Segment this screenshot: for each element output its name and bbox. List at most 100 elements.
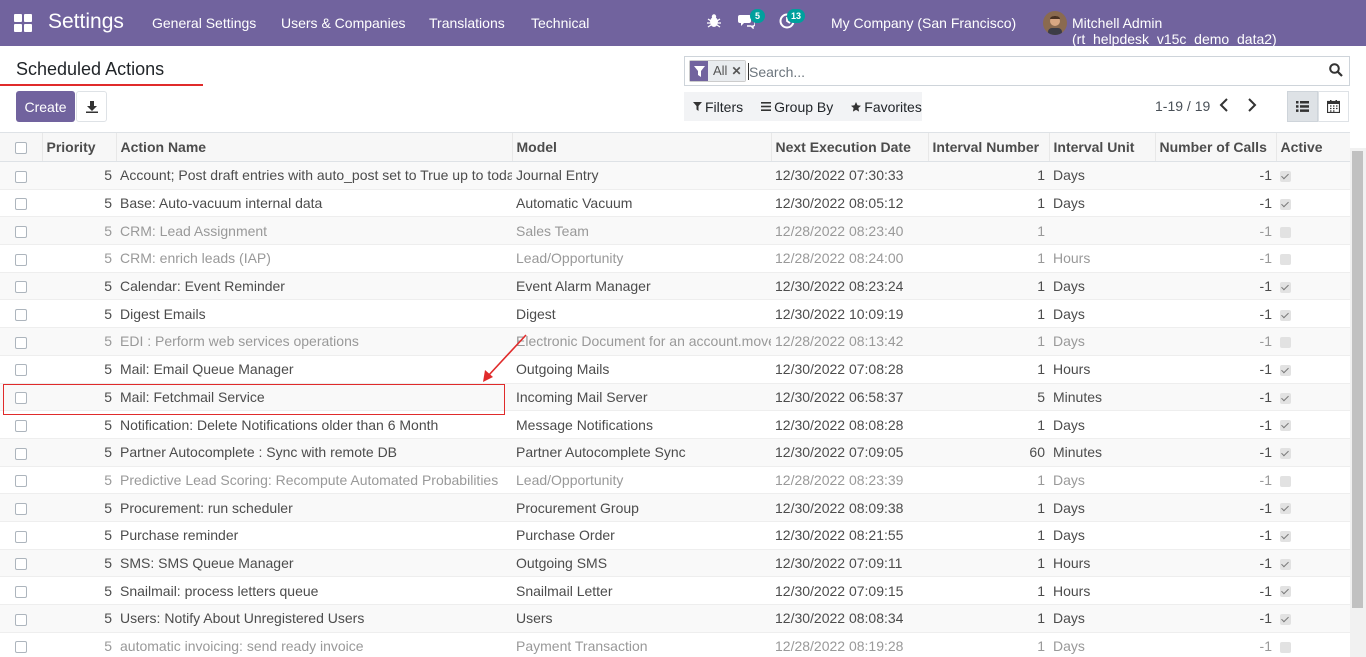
cell-model: Outgoing Mails — [512, 355, 771, 384]
cell-number-of-calls: -1 — [1155, 521, 1276, 550]
table-row[interactable]: 5 Account; Post draft entries with auto_p… — [0, 161, 1350, 190]
table-row[interactable]: 5 Calendar: Event Reminder Event Alarm Man… — [0, 272, 1350, 301]
select-all-checkbox[interactable] — [14, 142, 27, 155]
cell-next-execution-date: 12/28/2022 08:13:42 — [771, 327, 928, 356]
column-header-interval-unit[interactable]: Interval Unit — [1048, 132, 1155, 162]
filters-dropdown[interactable]: Filters — [693, 99, 743, 115]
cell-interval-number: 1 — [928, 549, 1049, 578]
cell-active — [1276, 299, 1350, 329]
table-row[interactable]: 5 Partner Autocomplete : Sync with remote… — [0, 438, 1350, 467]
table-row[interactable]: 5 Users: Notify About Unregistered Users U… — [0, 604, 1350, 633]
table-row[interactable]: 5 automatic invoicing: send ready invoice… — [0, 632, 1350, 657]
column-header-model[interactable]: Model — [511, 132, 771, 162]
cell-priority: 5 — [42, 632, 116, 657]
download-icon — [85, 100, 98, 113]
row-checkbox[interactable] — [15, 226, 27, 239]
search-icon[interactable] — [1329, 63, 1343, 80]
table-row[interactable]: 5 Digest Emails Digest 12/30/2022 10:09:19 1… — [0, 299, 1350, 329]
active-checkbox — [1280, 392, 1291, 404]
row-select-cell — [0, 355, 42, 384]
cell-interval-unit: Days — [1049, 189, 1155, 218]
column-header-interval-number[interactable]: Interval Number — [927, 132, 1049, 162]
filter-icon — [693, 102, 702, 111]
table-row[interactable]: 5 Snailmail: process letters queue Snailma… — [0, 576, 1350, 605]
row-checkbox[interactable] — [15, 585, 27, 598]
row-checkbox[interactable] — [15, 336, 27, 349]
column-header-priority[interactable]: Priority — [41, 132, 116, 162]
title-annotation-underline — [0, 84, 203, 86]
favorites-dropdown[interactable]: Favorites — [851, 99, 922, 115]
column-header-action-name[interactable]: Action Name — [115, 132, 512, 162]
table-row[interactable]: 5 CRM: enrich leads (IAP) Lead/Opportunity… — [0, 244, 1350, 273]
table-row[interactable]: 5 CRM: Lead Assignment Sales Team 12/28/202… — [0, 216, 1350, 246]
pager-next-button[interactable] — [1247, 98, 1257, 115]
row-checkbox[interactable] — [15, 613, 27, 626]
group-by-dropdown[interactable]: Group By — [761, 99, 833, 115]
row-checkbox[interactable] — [15, 281, 27, 294]
row-select-cell — [0, 604, 42, 633]
cell-active — [1276, 521, 1350, 550]
column-header-active[interactable]: Active — [1275, 132, 1350, 162]
user-menu[interactable]: Mitchell Admin (rt_helpdesk_v15c_demo_da… — [1072, 15, 1366, 47]
calendar-view-button[interactable] — [1318, 91, 1349, 122]
cell-action-name: Account; Post draft entries with auto_po… — [116, 161, 512, 190]
menu-users-companies[interactable]: Users & Companies — [281, 15, 406, 31]
cell-active — [1276, 410, 1350, 439]
search-input[interactable] — [749, 61, 1309, 83]
menu-translations[interactable]: Translations — [429, 15, 505, 31]
table-row[interactable]: 5 SMS: SMS Queue Manager Outgoing SMS 12/30… — [0, 549, 1350, 578]
row-checkbox[interactable] — [15, 198, 27, 211]
active-checkbox — [1280, 364, 1291, 376]
row-checkbox[interactable] — [15, 419, 27, 432]
cell-next-execution-date: 12/30/2022 10:09:19 — [771, 299, 928, 329]
cell-priority: 5 — [42, 576, 116, 605]
row-checkbox[interactable] — [15, 558, 27, 571]
row-checkbox[interactable] — [15, 309, 27, 322]
cell-active — [1276, 466, 1350, 495]
remove-facet-icon[interactable]: ✕ — [731, 61, 745, 81]
top-navbar: Settings General Settings Users & Compan… — [0, 0, 1366, 47]
debug-bug-icon[interactable] — [707, 13, 721, 32]
pager-value[interactable]: 1-19 / 19 — [1155, 98, 1210, 114]
row-checkbox[interactable] — [15, 530, 27, 543]
cell-priority: 5 — [42, 161, 116, 190]
table-row[interactable]: 5 EDI : Perform web services operations El… — [0, 327, 1350, 356]
column-header-number-of-calls[interactable]: Number of Calls — [1154, 132, 1276, 162]
list-view-button[interactable] — [1287, 91, 1318, 122]
export-download-button[interactable] — [76, 91, 107, 122]
active-checkbox — [1280, 641, 1291, 653]
row-checkbox[interactable] — [15, 364, 27, 377]
table-row[interactable]: 5 Predictive Lead Scoring: Recompute Auto… — [0, 466, 1350, 495]
vertical-scrollbar[interactable] — [1350, 148, 1366, 657]
row-checkbox[interactable] — [15, 447, 27, 460]
table-row[interactable]: 5 Mail: Email Queue Manager Outgoing Mails… — [0, 355, 1350, 384]
company-switcher[interactable]: My Company (San Francisco) — [831, 15, 1016, 31]
facet-value: All — [708, 61, 732, 81]
cell-interval-number: 1 — [928, 299, 1049, 329]
cell-priority: 5 — [42, 189, 116, 218]
row-checkbox[interactable] — [15, 475, 27, 488]
row-checkbox[interactable] — [15, 253, 27, 266]
user-avatar[interactable] — [1043, 11, 1067, 35]
cell-priority: 5 — [42, 327, 116, 356]
row-select-cell — [0, 632, 42, 657]
table-row[interactable]: 5 Purchase reminder Purchase Order 12/30/20… — [0, 521, 1350, 550]
row-checkbox[interactable] — [15, 170, 27, 183]
table-row[interactable]: 5 Procurement: run scheduler Procurement G… — [0, 493, 1350, 522]
funnel-icon — [690, 61, 708, 81]
apps-menu-icon[interactable] — [14, 14, 32, 32]
active-checkbox — [1280, 309, 1291, 321]
column-header-next-execution-date[interactable]: Next Execution Date — [770, 132, 928, 162]
cell-number-of-calls: -1 — [1155, 604, 1276, 633]
scrollbar-thumb[interactable] — [1352, 151, 1363, 608]
row-checkbox[interactable] — [15, 641, 27, 654]
menu-technical[interactable]: Technical — [531, 15, 589, 31]
pager-previous-button[interactable] — [1219, 98, 1229, 115]
highlight-annotation-box — [3, 384, 505, 415]
row-select-cell — [0, 161, 42, 190]
table-row[interactable]: 5 Base: Auto-vacuum internal data Automati… — [0, 189, 1350, 218]
create-button[interactable]: Create — [16, 91, 75, 122]
app-title[interactable]: Settings — [48, 10, 124, 34]
row-checkbox[interactable] — [15, 502, 27, 515]
menu-general-settings[interactable]: General Settings — [152, 15, 256, 31]
